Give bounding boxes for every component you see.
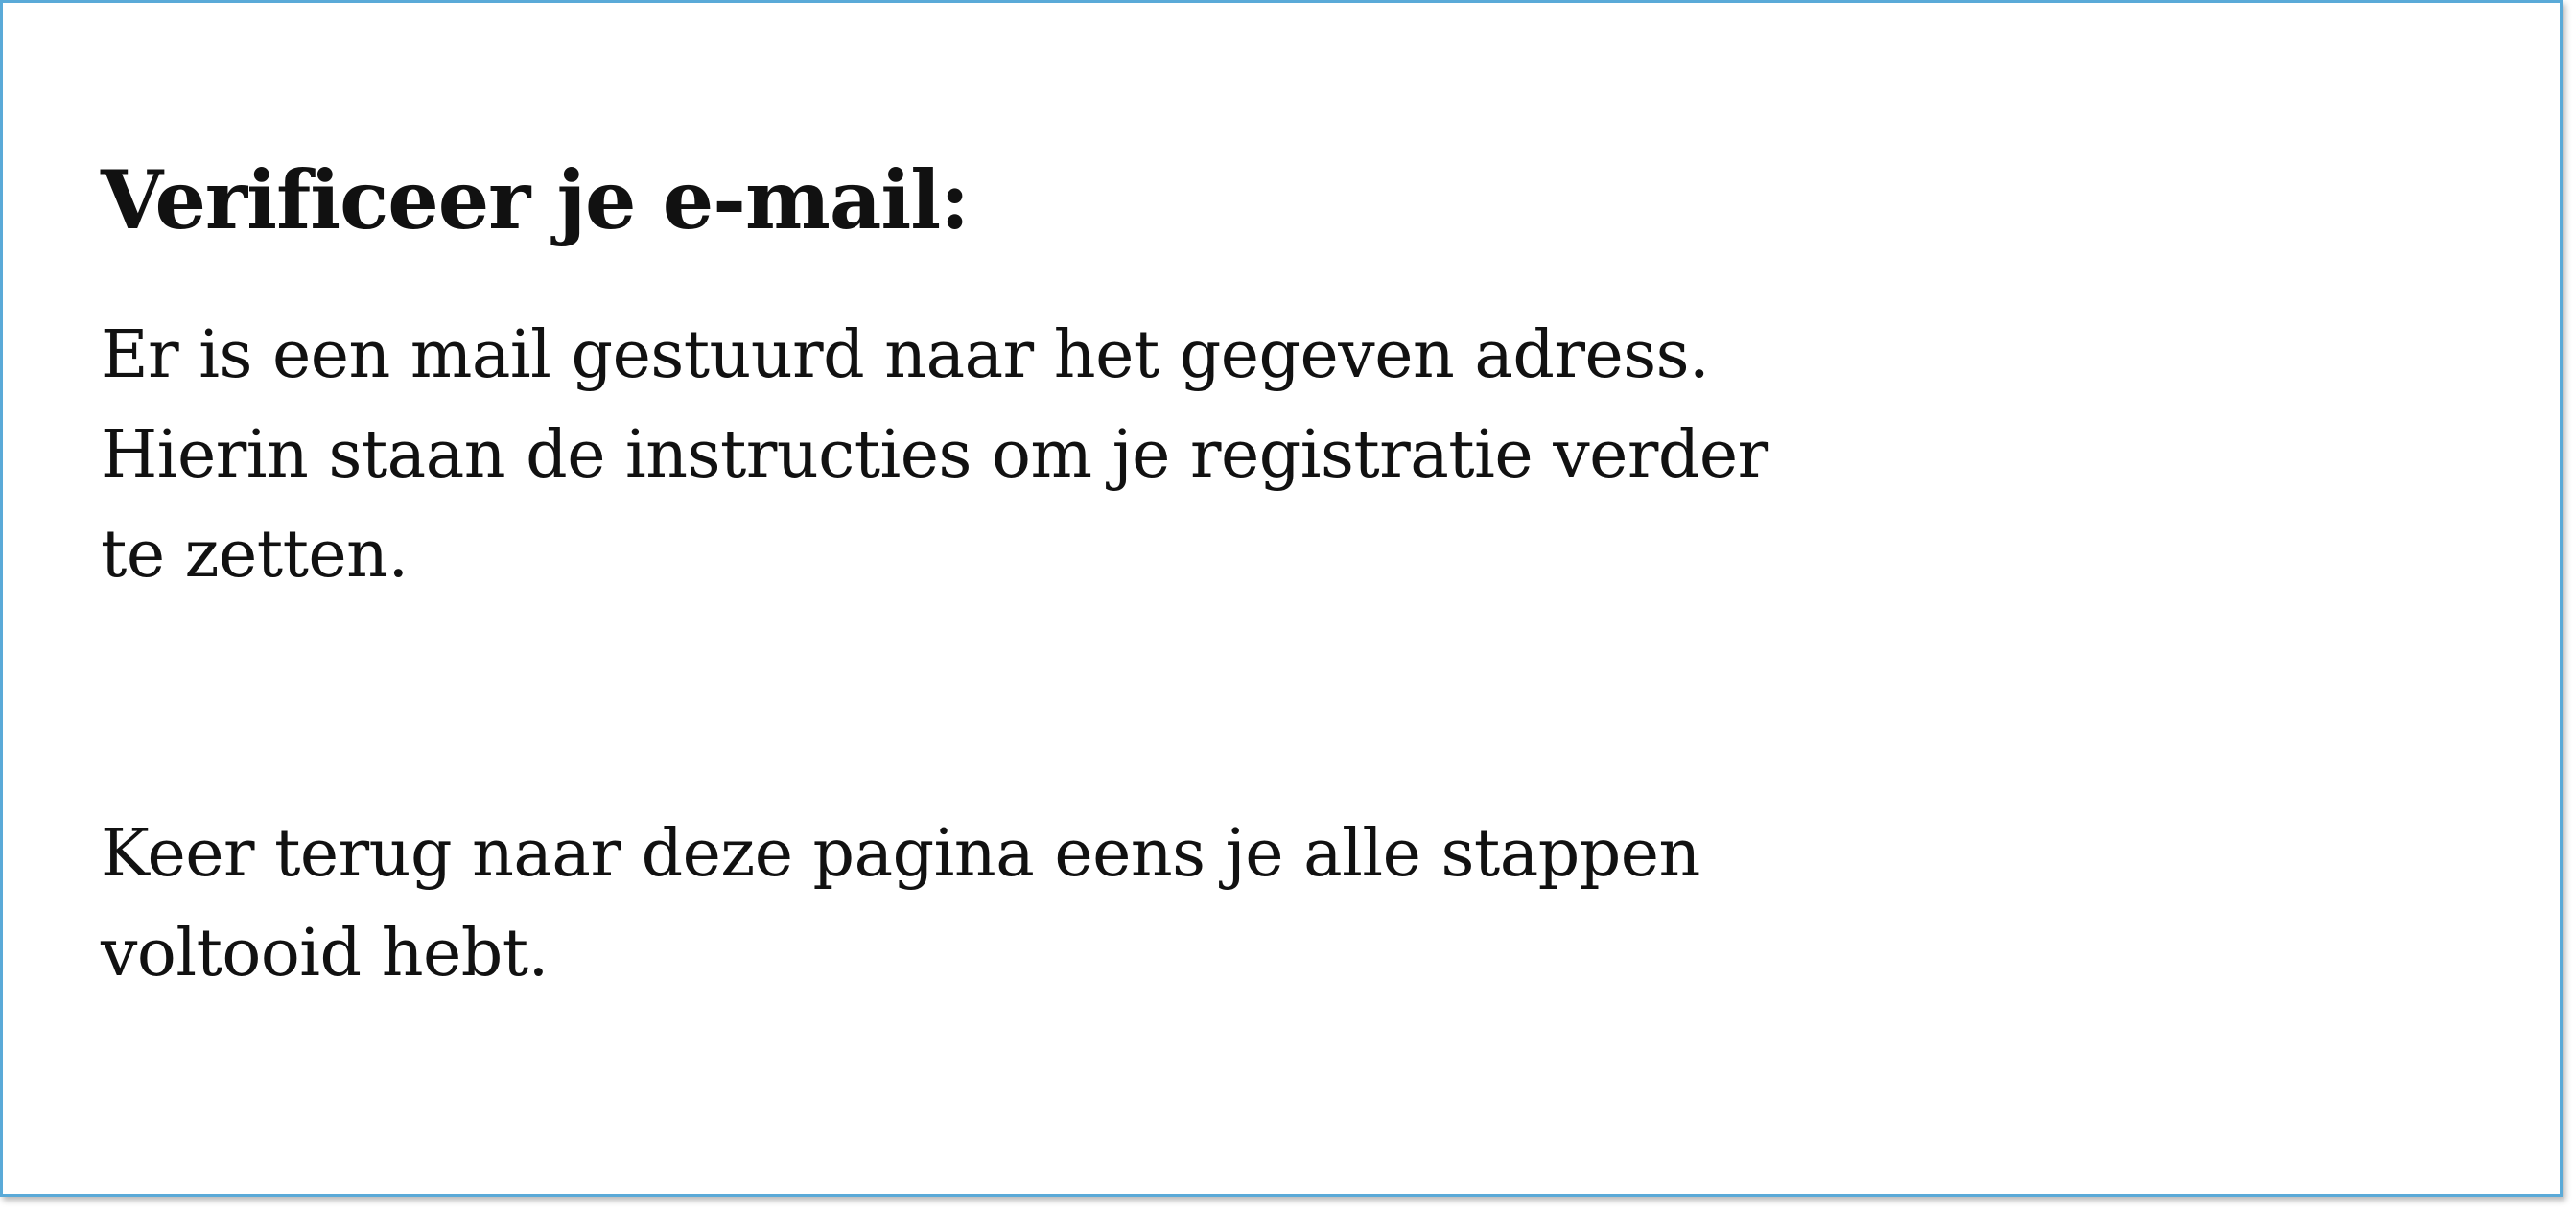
page-title: Verificeer je e-mail: [101, 152, 970, 247]
return-instruction: Keer terug naar deze pagina eens je alle… [101, 816, 1700, 992]
verification-content: Verificeer je e-mail: Er is een mail ges… [101, 147, 2000, 1004]
email-verification-card: Verificeer je e-mail: Er is een mail ges… [0, 0, 2563, 1197]
verification-message: Er is een mail gestuurd naar het gegeven… [101, 317, 1768, 593]
